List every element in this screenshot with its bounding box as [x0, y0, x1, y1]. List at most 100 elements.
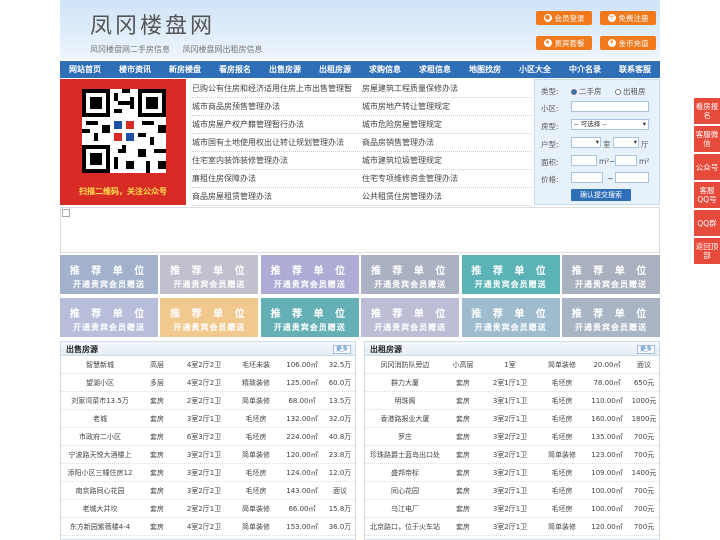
nav-wanted-rent[interactable]: 求租信息: [410, 61, 460, 78]
recommended-unit-ad[interactable]: 推 荐 单 位开通贵宾会员赠送: [260, 255, 359, 294]
housetype-select[interactable]: -- 可选择 -- ▾: [571, 119, 649, 130]
float-official-account[interactable]: 公众号: [694, 154, 720, 180]
nav-news[interactable]: 楼市资讯: [110, 61, 160, 78]
subtitle-rent[interactable]: 凤冈楼盘网出租房信息: [183, 45, 263, 54]
float-viewing-signup[interactable]: 看房报名: [694, 98, 720, 124]
subtitle-secondhand[interactable]: 凤冈楼盘网二手房信息: [90, 45, 170, 54]
login-button[interactable]: ● 会员登录: [536, 11, 592, 25]
listing-row[interactable]: 老城大井坎 套房 2室2厅1卫 简单装修 66.00㎡ 15.8万: [61, 500, 355, 518]
recommended-unit-ad[interactable]: 推 荐 单 位开通贵宾会员赠送: [562, 255, 660, 294]
listing-row[interactable]: 望湖小区 多层 4室2厅2卫 精致装修 125.00㎡ 60.0万: [61, 374, 355, 392]
listing-row[interactable]: 盛邦帝标 套房 3室2厅1卫 毛坯房 109.00㎡ 1400元: [365, 464, 659, 482]
policy-link[interactable]: 住宅室内装饰装修管理办法: [192, 155, 362, 166]
radio-secondhand[interactable]: 二手房: [571, 86, 602, 97]
hall-select[interactable]: ▾: [613, 137, 639, 148]
vip-button[interactable]: ★ 贵宾套餐: [536, 36, 592, 50]
recommended-unit-ad[interactable]: 推 荐 单 位开通贵宾会员赠送: [160, 298, 259, 337]
nav-agents[interactable]: 中介名录: [560, 61, 610, 78]
listing-name[interactable]: 老城: [61, 414, 139, 424]
recommended-unit-ad[interactable]: 推 荐 单 位开通贵宾会员赠送: [260, 298, 359, 337]
rent-more-button[interactable]: 更多: [636, 345, 655, 354]
policy-link[interactable]: 城市危险房屋管理规定: [362, 119, 532, 130]
listing-row[interactable]: 乌江电厂 套房 3室2厅1卫 毛坯房 100.00㎡ 700元: [365, 500, 659, 518]
recommended-unit-ad[interactable]: 推 荐 单 位开通贵宾会员赠送: [461, 298, 560, 337]
listing-row[interactable]: 同心花园 套房 3室2厅1卫 毛坯房 100.00㎡ 700元: [365, 482, 659, 500]
float-qq-group[interactable]: QQ群: [694, 210, 720, 236]
listing-name[interactable]: 香港路报业大厦: [365, 414, 445, 424]
nav-contact[interactable]: 联系客服: [610, 61, 660, 78]
listing-row[interactable]: 明珠阁 套房 3室1厅1卫 毛坯房 110.00㎡ 1000元: [365, 392, 659, 410]
recommended-unit-ad[interactable]: 推 荐 单 位开通贵宾会员赠送: [60, 255, 158, 294]
area-max-input[interactable]: [615, 155, 637, 166]
area-min-input[interactable]: [571, 155, 597, 166]
recommended-unit-ad[interactable]: 推 荐 单 位开通贵宾会员赠送: [60, 298, 158, 337]
listing-name[interactable]: 盛邦帝标: [365, 468, 445, 478]
listing-name[interactable]: 南京路同心花园: [61, 486, 139, 496]
recharge-button[interactable]: ¥ 金币充值: [600, 36, 656, 50]
listing-name[interactable]: 智慧新城: [61, 360, 139, 370]
listing-name[interactable]: 明珠阁: [365, 396, 445, 406]
listing-name[interactable]: 同心花园: [365, 486, 445, 496]
listing-name[interactable]: 添阳小区三幢住房12: [61, 468, 139, 478]
listing-row[interactable]: 群力大厦 套房 2室1厅1卫 毛坯房 78.00㎡ 650元: [365, 374, 659, 392]
nav-for-sale[interactable]: 出售房源: [260, 61, 310, 78]
listing-name[interactable]: 市政府二小区: [61, 432, 139, 442]
nav-map[interactable]: 地图找房: [460, 61, 510, 78]
policy-link[interactable]: 住宅专项维修资金管理办法: [362, 173, 532, 184]
listing-row[interactable]: 东方新园紫薇楼4-4 套房 4室2厅2卫 简单装修 153.00㎡ 36.0万: [61, 518, 355, 536]
listing-name[interactable]: 东方新园紫薇楼4-4: [61, 522, 139, 532]
float-back-to-top[interactable]: 返回顶部: [694, 238, 720, 264]
float-service-wechat[interactable]: 客服微信: [694, 126, 720, 152]
recommended-unit-ad[interactable]: 推 荐 单 位开通贵宾会员赠送: [160, 255, 259, 294]
listing-row[interactable]: 宁波路天悦大酒楼上 套房 3室2厅1卫 简单装修 120.00㎡ 23.8万: [61, 446, 355, 464]
search-submit-button[interactable]: 确认提交搜索: [571, 189, 631, 201]
site-logo[interactable]: 凤冈楼盘网: [90, 8, 215, 40]
recommended-unit-ad[interactable]: 推 荐 单 位开通贵宾会员赠送: [361, 298, 460, 337]
listing-row[interactable]: 添阳小区三幢住房12 套房 3室2厅1卫 毛坯房 124.00㎡ 12.0万: [61, 464, 355, 482]
price-max-input[interactable]: [615, 172, 649, 183]
float-service-qq[interactable]: 客服QQ号: [694, 182, 720, 208]
price-min-input[interactable]: [571, 172, 603, 183]
policy-link[interactable]: 城市房屋产权产籍管理暂行办法: [192, 119, 362, 130]
sale-more-button[interactable]: 更多: [332, 345, 351, 354]
policy-link[interactable]: 城市商品房预售管理办法: [192, 101, 362, 112]
policy-link[interactable]: 房屋建筑工程质量保修办法: [362, 83, 532, 94]
listing-name[interactable]: 群力大厦: [365, 378, 445, 388]
policy-link[interactable]: 商品房屋租赁管理办法: [192, 191, 362, 202]
policy-link[interactable]: 商品房销售管理办法: [362, 137, 532, 148]
policy-link[interactable]: 城市国有土地使用权出让转让规划管理办法: [192, 137, 362, 148]
listing-row[interactable]: 北京路口，位于火车站 套房 3室2厅1卫 简单装修 120.00㎡ 700元: [365, 518, 659, 536]
recommended-unit-ad[interactable]: 推 荐 单 位开通贵宾会员赠送: [361, 255, 460, 294]
room-select[interactable]: ▾: [571, 137, 601, 148]
policy-link[interactable]: 城市建筑垃圾管理规定: [362, 155, 532, 166]
listing-row[interactable]: 香港路报业大厦 套房 3室2厅1卫 毛坯房 160.00㎡ 1800元: [365, 410, 659, 428]
listing-row[interactable]: 智慧新城 高层 4室2厅2卫 毛坯未装 106.00㎡ 32.5万: [61, 356, 355, 374]
listing-row[interactable]: 市政府二小区 套房 6室3厅2卫 毛坯房 224.00㎡ 40.8万: [61, 428, 355, 446]
policy-link[interactable]: 公共租赁住房管理办法: [362, 191, 532, 202]
recommended-unit-ad[interactable]: 推 荐 单 位开通贵宾会员赠送: [562, 298, 660, 337]
listing-row[interactable]: 刘家湾菜市13.5万 套房 2室2厅1卫 简单装修 68.00㎡ 13.5万: [61, 392, 355, 410]
nav-wanted-buy[interactable]: 求购信息: [360, 61, 410, 78]
listing-name[interactable]: 北京路口，位于火车站: [365, 522, 445, 532]
listing-name[interactable]: 宁波路天悦大酒楼上: [61, 450, 139, 460]
listing-row[interactable]: 南京路同心花园 套房 3室2厅2卫 毛坯房 143.00㎡ 面议: [61, 482, 355, 500]
listing-name[interactable]: 珍珠路爵士蓝岛出口处: [365, 450, 445, 460]
policy-link[interactable]: 已购公有住房和经济适用住房上市出售管理暂: [192, 83, 362, 94]
listing-name[interactable]: 刘家湾菜市13.5万: [61, 396, 139, 406]
listing-name[interactable]: 望湖小区: [61, 378, 139, 388]
listing-name[interactable]: 乌江电厂: [365, 504, 445, 514]
policy-link[interactable]: 城市房地产转让管理规定: [362, 101, 532, 112]
listing-name[interactable]: 凤冈消防队旁边: [365, 360, 445, 370]
nav-communities[interactable]: 小区大全: [510, 61, 560, 78]
recommended-unit-ad[interactable]: 推 荐 单 位开通贵宾会员赠送: [461, 255, 560, 294]
nav-new-homes[interactable]: 新房楼盘: [160, 61, 210, 78]
community-input[interactable]: [571, 101, 649, 112]
listing-name[interactable]: 罗庄: [365, 432, 445, 442]
nav-for-rent[interactable]: 出租房源: [310, 61, 360, 78]
listing-row[interactable]: 凤冈消防队旁边 小高层 1室 简单装修 20.00㎡ 面议: [365, 356, 659, 374]
listing-row[interactable]: 罗庄 套房 3室2厅2卫 毛坯房 135.00㎡ 700元: [365, 428, 659, 446]
listing-row[interactable]: 老城 套房 3室2厅1卫 毛坯房 132.00㎡ 32.0万: [61, 410, 355, 428]
nav-viewing-signup[interactable]: 看房报名: [210, 61, 260, 78]
register-button[interactable]: + 免费注册: [600, 11, 656, 25]
listing-name[interactable]: 老城大井坎: [61, 504, 139, 514]
